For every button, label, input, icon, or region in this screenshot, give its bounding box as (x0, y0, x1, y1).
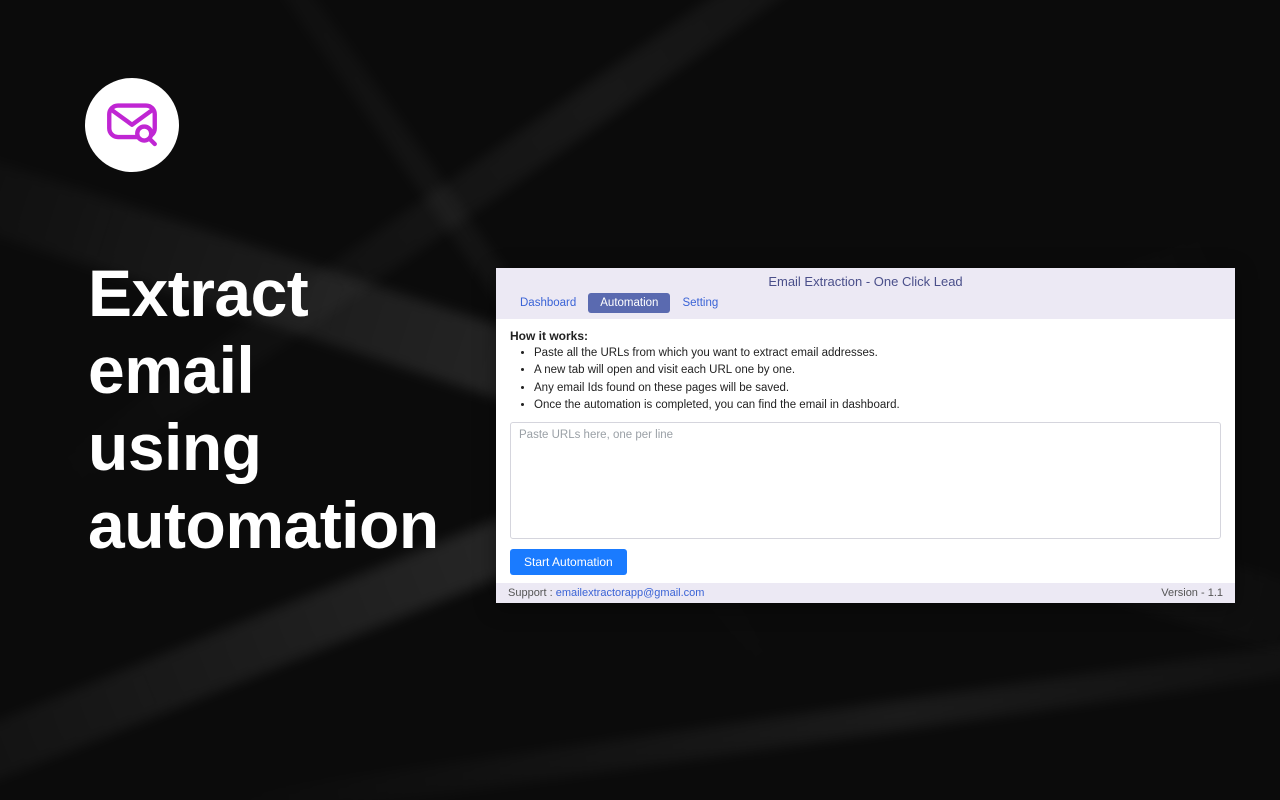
urls-textarea[interactable] (510, 422, 1221, 539)
how-it-works-title: How it works: (510, 329, 1221, 343)
tab-bar: Dashboard Automation Setting (496, 293, 1235, 319)
how-it-works-list: Paste all the URLs from which you want t… (510, 345, 1221, 414)
hero-line: using (88, 409, 439, 486)
tab-automation[interactable]: Automation (588, 293, 670, 313)
app-logo (85, 78, 179, 172)
list-item: Any email Ids found on these pages will … (534, 380, 1221, 397)
list-item: A new tab will open and visit each URL o… (534, 362, 1221, 379)
list-item: Paste all the URLs from which you want t… (534, 345, 1221, 362)
envelope-search-icon (104, 95, 160, 156)
tab-dashboard[interactable]: Dashboard (508, 293, 588, 313)
support-label: Support : (508, 587, 556, 599)
support-email-link[interactable]: emailextractorapp@gmail.com (556, 587, 705, 599)
start-automation-button[interactable]: Start Automation (510, 549, 627, 575)
support-text: Support : emailextractorapp@gmail.com (508, 587, 704, 599)
panel-title: Email Extraction - One Click Lead (496, 268, 1235, 293)
list-item: Once the automation is completed, you ca… (534, 397, 1221, 414)
version-label: Version - 1.1 (1161, 587, 1223, 599)
hero-line: Extract (88, 255, 439, 332)
hero-line: email (88, 332, 439, 409)
hero-headline: Extract email using automation (88, 255, 439, 564)
tab-setting[interactable]: Setting (670, 293, 730, 313)
panel-content: How it works: Paste all the URLs from wh… (496, 319, 1235, 583)
extension-panel: Email Extraction - One Click Lead Dashbo… (496, 268, 1235, 603)
hero-line: automation (88, 487, 439, 564)
panel-footer: Support : emailextractorapp@gmail.com Ve… (496, 583, 1235, 603)
